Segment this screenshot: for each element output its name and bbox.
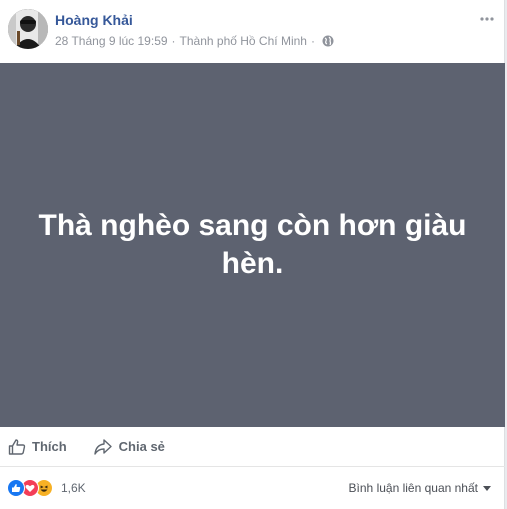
- like-icon: [7, 479, 25, 497]
- post-location[interactable]: Thành phố Hồ Chí Minh: [180, 34, 307, 48]
- like-button[interactable]: Thích: [8, 438, 67, 456]
- globe-icon[interactable]: [322, 35, 334, 47]
- share-button[interactable]: Chia sẻ: [93, 438, 165, 456]
- meta-separator-2: ·: [310, 34, 315, 48]
- status-background: Thà nghèo sang còn hơn giàu hèn.: [0, 63, 505, 427]
- post-card: Hoàng Khải 28 Tháng 9 lúc 19:59 · Thành …: [0, 0, 505, 509]
- post-header: Hoàng Khải 28 Tháng 9 lúc 19:59 · Thành …: [0, 0, 505, 63]
- more-options-icon[interactable]: [479, 11, 495, 27]
- post-actions: Thích Chia sẻ: [0, 427, 505, 467]
- share-arrow-icon: [93, 438, 112, 455]
- meta-separator: ·: [171, 34, 176, 48]
- comment-filter-dropdown[interactable]: Bình luận liên quan nhất: [349, 481, 491, 495]
- share-label: Chia sẻ: [118, 439, 165, 454]
- reaction-icons[interactable]: [7, 479, 53, 497]
- thumbs-up-icon: [8, 438, 26, 455]
- post-date[interactable]: 28 Tháng 9 lúc 19:59: [55, 34, 168, 48]
- comment-filter-label: Bình luận liên quan nhất: [348, 481, 478, 495]
- post-meta: 28 Tháng 9 lúc 19:59 · Thành phố Hồ Chí …: [55, 34, 334, 48]
- author-name[interactable]: Hoàng Khải: [55, 12, 133, 28]
- like-label: Thích: [32, 439, 67, 454]
- caret-down-icon: [483, 485, 491, 491]
- status-text: Thà nghèo sang còn hơn giàu hèn.: [38, 209, 467, 280]
- reaction-count[interactable]: 1,6K: [61, 481, 86, 495]
- post-footer: 1,6K Bình luận liên quan nhất: [0, 468, 505, 508]
- author-avatar[interactable]: [8, 9, 48, 49]
